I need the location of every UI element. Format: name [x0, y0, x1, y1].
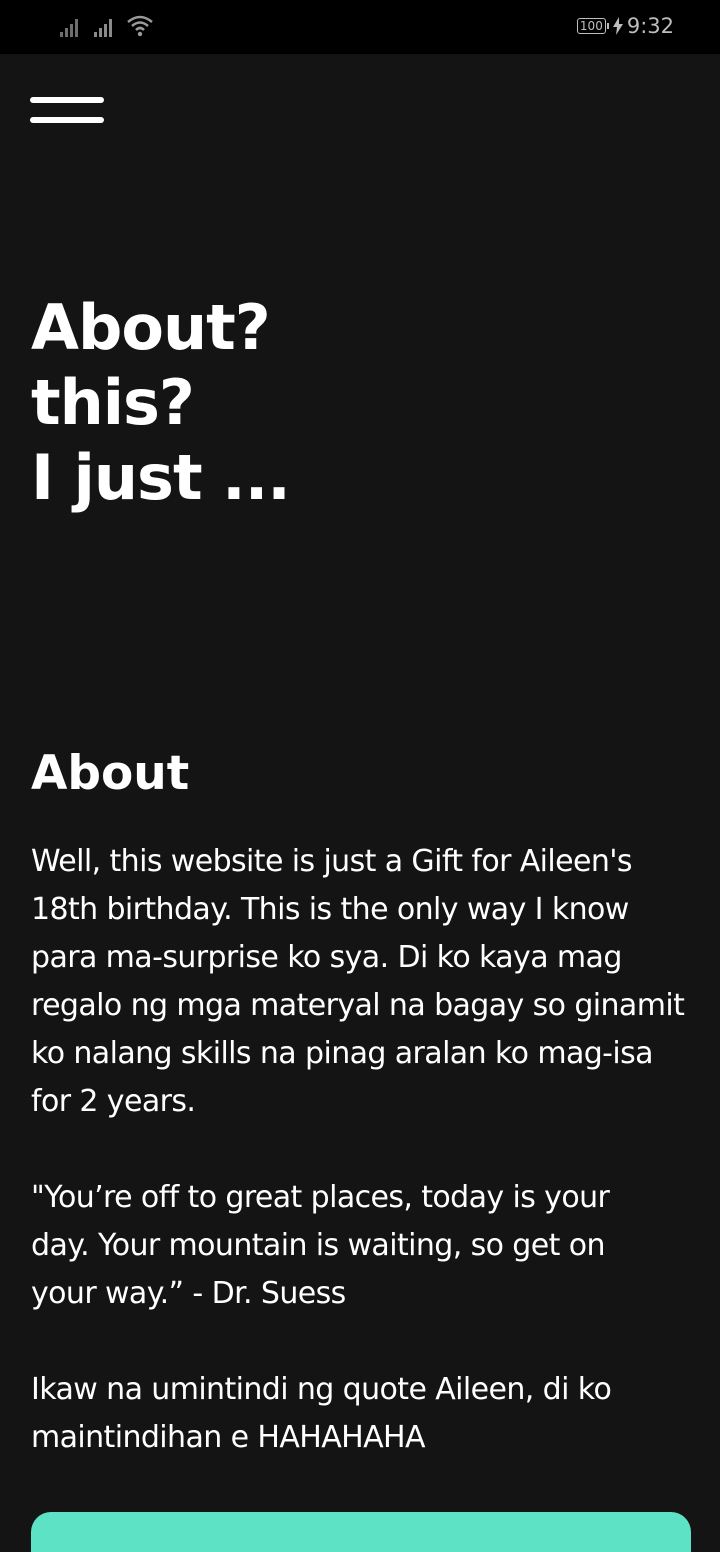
text-line: ko nalang skills na pinag aralan ko mag-…	[31, 1036, 654, 1071]
text-line: Ikaw na umintindi ng quote Aileen, di ko	[31, 1372, 612, 1407]
clock: 9:32	[626, 14, 674, 38]
battery-icon: 100	[576, 18, 609, 34]
text-line: Well, this website is just a Gift for Ai…	[31, 844, 633, 879]
quote-paragraph: "You’re off to great places, today is yo…	[31, 1174, 701, 1318]
text-line: for 2 years.	[31, 1084, 196, 1119]
signal-icon	[94, 19, 112, 37]
hero-line: About?	[31, 291, 271, 364]
signal-icon	[60, 19, 78, 37]
hamburger-menu-icon[interactable]	[30, 96, 104, 128]
menu-bar-top	[30, 97, 104, 103]
hero-title: About? this? I just ...	[31, 290, 291, 515]
text-line: maintindihan e HAHAHAHA	[31, 1420, 426, 1455]
text-line: para ma-surprise ko sya. Di ko kaya mag	[31, 940, 622, 975]
wifi-icon	[127, 15, 153, 37]
about-paragraph: Well, this website is just a Gift for Ai…	[31, 838, 701, 1126]
about-paragraph: Ikaw na umintindi ng quote Aileen, di ko…	[31, 1366, 701, 1462]
text-line: day. Your mountain is waiting, so get on	[31, 1228, 605, 1263]
text-line: "You’re off to great places, today is yo…	[31, 1180, 610, 1215]
battery-level: 100	[576, 18, 606, 34]
hero-line: I just ...	[31, 441, 291, 514]
accent-button[interactable]	[31, 1512, 691, 1552]
text-line: your way.” - Dr. Suess	[31, 1276, 346, 1311]
battery-tip	[606, 23, 609, 29]
status-left	[58, 14, 154, 38]
about-body: Well, this website is just a Gift for Ai…	[31, 838, 701, 1462]
menu-bar-bottom	[30, 117, 104, 123]
about-heading: About	[31, 746, 190, 801]
status-right: 100 9:32	[576, 14, 674, 38]
charging-icon	[612, 17, 623, 35]
hero-line: this?	[31, 366, 195, 439]
status-bar: 100 9:32	[0, 0, 720, 54]
text-line: 18th birthday. This is the only way I kn…	[31, 892, 629, 927]
text-line: regalo ng mga materyal na bagay so ginam…	[31, 988, 685, 1023]
